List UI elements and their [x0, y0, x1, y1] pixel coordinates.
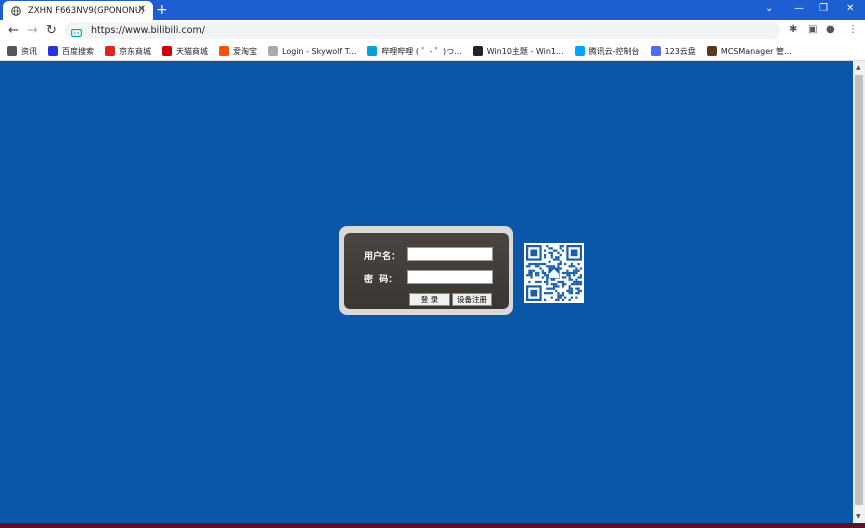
bookmark-label: 京东商城 [119, 46, 151, 56]
scrollbar-thumb[interactable] [855, 75, 863, 505]
reload-icon[interactable]: ↻ [46, 23, 57, 38]
globe-icon [11, 5, 21, 16]
globe-icon [7, 46, 17, 56]
bookmark-label: 腾讯云-控制台 [588, 46, 640, 56]
bookmarks-bar: 资讯 百度搜索 京东商城 天猫商城 爱淘宝 Login - Skywolf T... 哔哩哔… [0, 42, 865, 61]
bookmark-item[interactable]: Login - Skywolf T... [268, 46, 356, 56]
device-register-button[interactable]: 设备注册 [452, 293, 492, 306]
bookmark-item[interactable]: 天猫商城 [162, 46, 208, 57]
minimize-icon[interactable]: — [794, 3, 804, 14]
bookmark-label: 爱淘宝 [233, 46, 257, 56]
bookmark-item[interactable]: MCSManager 管... [706, 46, 792, 57]
bookmark-item[interactable]: 京东商城 [105, 46, 151, 57]
taobao-icon [219, 46, 229, 56]
address-bar[interactable]: https://www.bilibili.com/ [65, 22, 780, 39]
username-label: 用户名： [364, 252, 401, 262]
login-panel: 用户名： 密 码： 登 录 设备注册 [339, 226, 513, 315]
bookmark-label: 天猫商城 [176, 46, 208, 56]
bookmark-item[interactable]: 腾讯云-控制台 [574, 46, 640, 57]
menu-icon[interactable]: ⋮ [848, 24, 858, 35]
x-icon [472, 46, 483, 56]
login-form: 用户名： 密 码： 登 录 设备注册 [344, 233, 509, 309]
tmall-icon [162, 46, 172, 56]
restore-icon[interactable]: ❐ [819, 3, 828, 14]
page-scrollbar[interactable]: ▲ ▼ [853, 61, 865, 523]
login-button[interactable]: 登 录 [409, 293, 450, 306]
bookmark-label: 哔哩哔哩 ( ゜- ゜)つ... [381, 46, 462, 56]
bilibili-tv-icon [71, 26, 82, 37]
bookmark-item[interactable]: 爱淘宝 [219, 46, 257, 57]
browser-toolbar: ← → ↻ https://www.bilibili.com/ ✱ ▣ ● ⋮ [0, 20, 865, 42]
mcs-block-icon [706, 46, 717, 56]
tab-search-icon[interactable]: ⌄ [765, 3, 773, 14]
jd-icon [105, 46, 115, 56]
bookmark-label: 百度搜索 [62, 46, 94, 56]
bookmark-label: Login - Skywolf T... [282, 46, 357, 56]
new-tab-button[interactable]: + [156, 2, 168, 18]
extensions-icon[interactable]: ✱ [789, 24, 797, 35]
profile-avatar-icon[interactable]: ● [826, 24, 835, 35]
123pan-icon [650, 46, 661, 56]
bookmark-item[interactable]: 123云盘 [650, 46, 696, 57]
browser-tab[interactable]: ZXHN F663NV9(GPONONU) ✕ [3, 1, 153, 20]
baidu-paw-icon [48, 46, 58, 56]
back-icon[interactable]: ← [8, 23, 19, 38]
url-text: https://www.bilibili.com/ [91, 25, 205, 36]
bookmark-label: 123云盘 [664, 46, 696, 56]
side-panel-icon[interactable]: ▣ [808, 24, 817, 35]
bookmark-label: MCSManager 管... [720, 46, 792, 56]
bookmark-item[interactable]: Win10主题 - Win1... [472, 46, 564, 57]
skywolf-icon [268, 46, 278, 56]
scroll-up-icon[interactable]: ▲ [856, 64, 861, 71]
tab-title: ZXHN F663NV9(GPONONU) [28, 5, 145, 16]
password-label: 密 码： [364, 275, 398, 285]
bookmark-item[interactable]: 哔哩哔哩 ( ゜- ゜)つ... [367, 46, 462, 57]
bookmark-label: Win10主题 - Win1... [486, 46, 564, 56]
tab-close-icon[interactable]: ✕ [138, 4, 146, 15]
password-input[interactable] [407, 270, 493, 284]
browser-tab-bar: ZXHN F663NV9(GPONONU) ✕ + ⌄ — ❐ ✕ [0, 0, 865, 20]
window-close-icon[interactable]: ✕ [846, 3, 854, 14]
username-input[interactable] [407, 247, 493, 261]
bookmark-item[interactable]: 资讯 [7, 46, 37, 57]
bilibili-tv-icon [367, 46, 378, 56]
os-taskbar [0, 523, 865, 528]
bookmark-label: 资讯 [21, 46, 37, 56]
scroll-down-icon[interactable]: ▼ [856, 513, 861, 520]
forward-icon[interactable]: → [27, 23, 38, 38]
cloud-icon [574, 46, 585, 56]
qr-code-icon [524, 243, 584, 303]
bookmark-item[interactable]: 百度搜索 [48, 46, 94, 57]
